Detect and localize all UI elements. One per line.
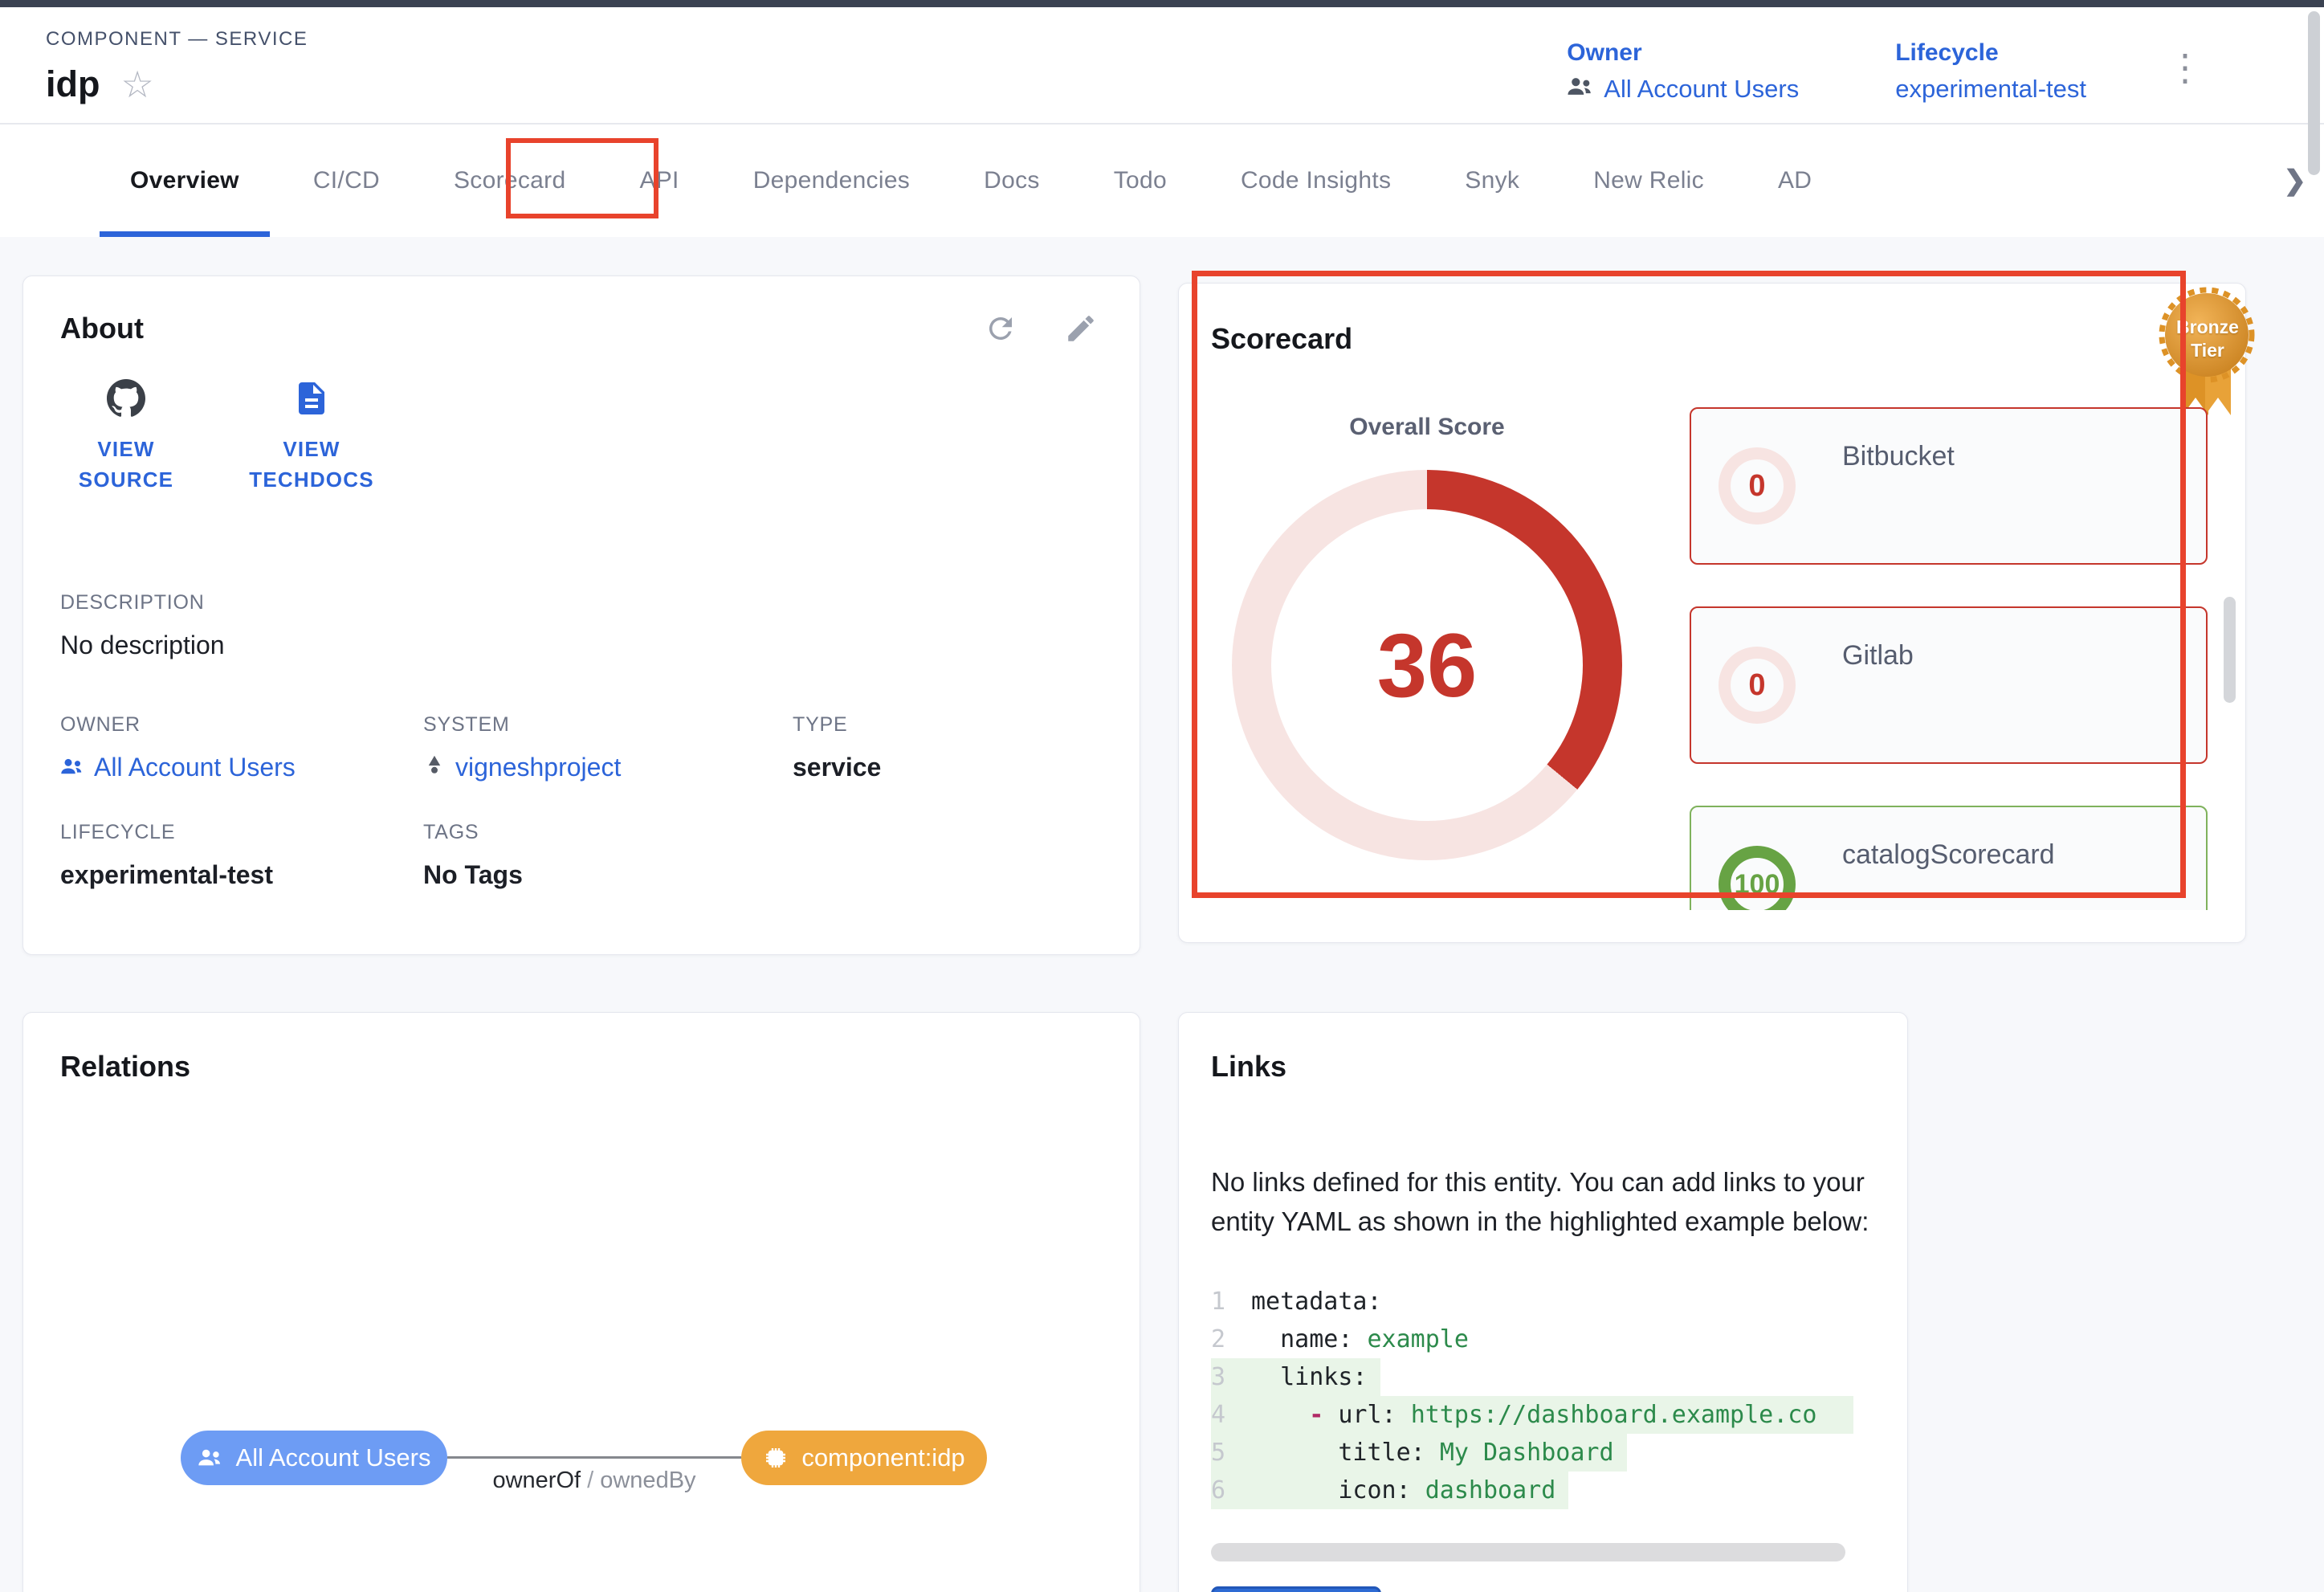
tab-todo[interactable]: Todo (1077, 125, 1204, 237)
relations-card-title: Relations (60, 1050, 1103, 1084)
field-lifecycle: LIFECYCLE experimental-test (60, 821, 423, 890)
about-card-title: About (60, 312, 144, 345)
overall-score-label: Overall Score (1232, 414, 1622, 441)
score-ring: 100 (1719, 846, 1796, 910)
field-owner: OWNER All Account Users (60, 713, 423, 782)
page: { "theme": { "primary": "#2c64d9", "anno… (0, 0, 2324, 1592)
description-value: No description (60, 631, 1103, 660)
yaml-example-code: 1metadata: 2 name: example 3 links: 4 - … (1211, 1283, 1853, 1509)
code-line-highlighted: 4 - url: https://dashboard.example.co (1211, 1396, 1853, 1434)
breadcrumb: COMPONENT — SERVICE (46, 28, 308, 51)
lifecycle-value: experimental-test (1895, 75, 2086, 104)
owner-meta: Owner All Account Users (1567, 39, 1799, 123)
links-card-title: Links (1211, 1050, 1875, 1084)
tab-overview[interactable]: Overview (93, 125, 276, 237)
refresh-icon[interactable] (984, 312, 1017, 345)
add-links-button[interactable] (1211, 1586, 1381, 1592)
tab-cicd[interactable]: CI/CD (276, 125, 417, 237)
tab-snyk[interactable]: Snyk (1428, 125, 1556, 237)
code-line: 1metadata: (1211, 1283, 1853, 1321)
active-tab-indicator (100, 231, 270, 237)
browser-top-strip (0, 0, 2324, 7)
entity-header-left: COMPONENT — SERVICE idp ☆ (46, 28, 308, 123)
view-source-label: VIEW SOURCE (78, 435, 174, 495)
scorecard-card-title: Scorecard (1211, 322, 1352, 356)
tab-truncated[interactable]: AD (1741, 125, 1849, 237)
page-scrollbar-thumb[interactable] (2308, 11, 2320, 175)
people-icon (198, 1445, 223, 1471)
overall-score-donut: 36 (1232, 470, 1622, 860)
edit-pencil-icon[interactable] (1064, 312, 1098, 345)
score-item-bitbucket[interactable]: 0 Bitbucket (1690, 407, 2208, 565)
relations-card: Relations ownerOf / ownedBy All Account … (22, 1012, 1140, 1592)
github-icon (107, 379, 145, 422)
lifecycle-meta: Lifecycle experimental-test (1895, 39, 2086, 123)
score-item-catalogscorecard[interactable]: 100 catalogScorecard (1690, 806, 2208, 910)
view-techdocs-button[interactable]: VIEW TECHDOCS (243, 379, 380, 495)
chip-icon (763, 1445, 789, 1471)
more-options-kebab-icon[interactable]: ⋮ (2167, 39, 2204, 123)
tab-scorecard[interactable]: Scorecard (417, 125, 602, 237)
view-source-button[interactable]: VIEW SOURCE (78, 379, 174, 495)
people-icon (60, 753, 84, 782)
owner-entity-link[interactable]: All Account Users (60, 753, 423, 782)
relation-edge-labels: ownerOf / ownedBy (447, 1467, 741, 1494)
system-entity-link[interactable]: vigneshproject (423, 753, 793, 782)
system-icon (423, 753, 446, 782)
about-card: About VIEW SOURCE VIEW (22, 276, 1140, 955)
tab-dependencies[interactable]: Dependencies (716, 125, 947, 237)
code-line-highlighted: 3 links: (1211, 1358, 1380, 1396)
scorecard-card: Scorecard Bronze Tier Overall Score (1178, 283, 2246, 943)
code-line-highlighted: 6 icon: dashboard (1211, 1472, 1568, 1509)
techdocs-file-icon (292, 379, 331, 422)
scorecard-scrollbar-thumb[interactable] (2224, 597, 2236, 703)
relation-node-component[interactable]: component:idp (741, 1431, 987, 1485)
relation-edge (447, 1456, 741, 1459)
entity-header-right: Owner All Account Users Lifecycle experi… (1567, 28, 2204, 123)
entity-header: COMPONENT — SERVICE idp ☆ Owner All Acco… (0, 7, 2324, 125)
relation-node-owner[interactable]: All Account Users (181, 1431, 447, 1485)
overall-score-donut-hole: 36 (1271, 509, 1583, 821)
view-techdocs-label: VIEW TECHDOCS (243, 435, 380, 495)
people-icon (1567, 75, 1594, 104)
score-item-gitlab[interactable]: 0 Gitlab (1690, 606, 2208, 764)
overview-content: About VIEW SOURCE VIEW (0, 237, 2324, 1592)
links-card: Links No links defined for this entity. … (1178, 1012, 1908, 1592)
tab-docs[interactable]: Docs (947, 125, 1077, 237)
bronze-tier-badge-label: Bronze Tier (2162, 316, 2253, 362)
code-line: 2 name: example (1211, 1321, 1853, 1358)
overall-score-value: 36 (1377, 614, 1478, 717)
code-horizontal-scrollbar[interactable] (1211, 1543, 1845, 1561)
tabs-scroll-right-chevron-icon[interactable]: ❯ (2276, 125, 2307, 237)
owner-value: All Account Users (1604, 75, 1799, 104)
field-tags: TAGS No Tags (423, 821, 793, 890)
page-title: idp (46, 63, 100, 105)
score-ring: 0 (1719, 647, 1796, 724)
entity-tab-bar: Overview CI/CD Scorecard API Dependencie… (0, 125, 2324, 237)
code-line-highlighted: 5 title: My Dashboard (1211, 1434, 1627, 1472)
description-label: DESCRIPTION (60, 591, 1103, 614)
tab-api[interactable]: API (602, 125, 716, 237)
links-empty-text: No links defined for this entity. You ca… (1211, 1162, 1908, 1241)
favorite-star-icon[interactable]: ☆ (120, 66, 153, 103)
owner-link[interactable]: All Account Users (1567, 75, 1799, 104)
field-type: TYPE service (793, 713, 1103, 782)
score-item-list: 0 Bitbucket 0 Gitlab 100 catalogScorecar… (1690, 407, 2208, 910)
tab-code-insights[interactable]: Code Insights (1204, 125, 1428, 237)
lifecycle-label: Lifecycle (1895, 39, 2086, 67)
score-ring: 0 (1719, 447, 1796, 525)
field-system: SYSTEM vigneshproject (423, 713, 793, 782)
owner-label: Owner (1567, 39, 1799, 67)
tab-new-relic[interactable]: New Relic (1556, 125, 1741, 237)
